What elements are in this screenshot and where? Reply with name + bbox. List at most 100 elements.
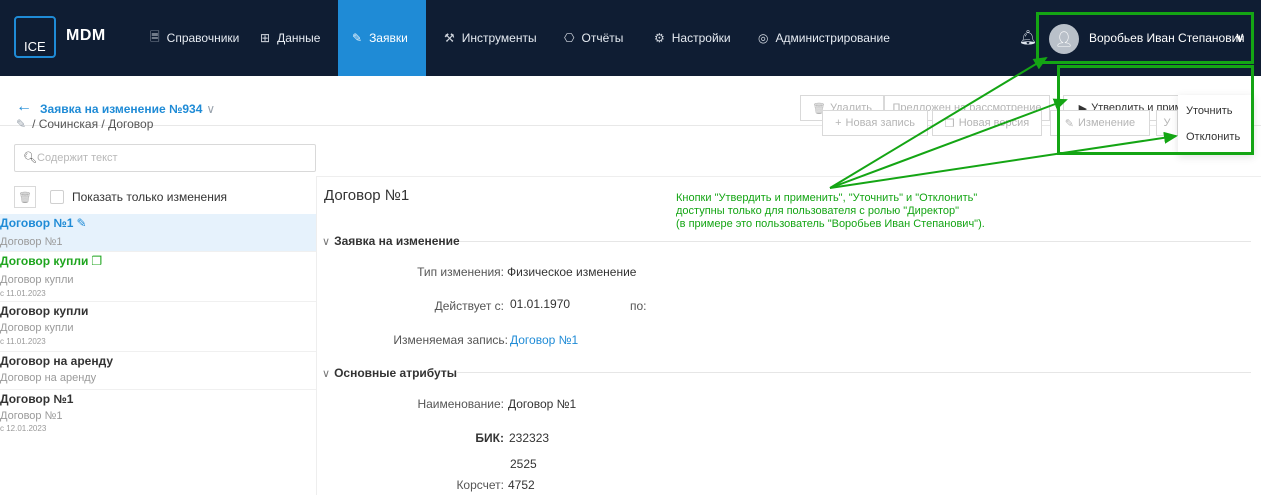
list-item-title: Договор купли ❐ bbox=[0, 254, 102, 268]
avatar: 👤︎ bbox=[1049, 24, 1079, 54]
section-request-title: Заявка на изменение bbox=[334, 234, 460, 248]
bik-label: БИК: bbox=[475, 431, 504, 445]
clear-button[interactable]: 🗑︎ bbox=[14, 186, 36, 208]
tools-icon: ⚒ bbox=[444, 31, 455, 45]
section-divider bbox=[456, 372, 1251, 373]
list-item-subtitle: Договор купли bbox=[0, 322, 74, 334]
brand-name: MDM bbox=[66, 27, 106, 44]
nav-item-requests[interactable]: ✎ Заявки bbox=[338, 0, 426, 76]
valid-from-label: Действует с: bbox=[434, 299, 504, 313]
edit-icon: ✎ bbox=[16, 117, 27, 131]
change-type-value: Физическое изменение bbox=[507, 265, 637, 279]
nav-item-label: Инструменты bbox=[461, 31, 537, 45]
list-item[interactable]: Договор №1 ✎ Договор №1 bbox=[0, 214, 316, 252]
breadcrumb: ✎ / Сочинская / Договор bbox=[16, 117, 153, 131]
copy-icon: ❐ bbox=[944, 117, 955, 130]
show-changes-checkbox[interactable] bbox=[50, 190, 64, 204]
korr-label: Корсчет: bbox=[456, 478, 504, 492]
new-version-label: Новая версия bbox=[958, 117, 1030, 129]
bik-value: 232323 bbox=[509, 431, 550, 445]
table-icon: ⊞ bbox=[260, 31, 271, 45]
request-title[interactable]: Заявка на изменение №934 ∨ bbox=[40, 102, 215, 116]
section-attributes[interactable]: ∨ Основные атрибуты bbox=[322, 366, 457, 380]
change-type-label: Тип изменения: bbox=[417, 265, 504, 279]
record-label: Изменяемая запись: bbox=[393, 333, 508, 347]
annotation-line: доступны только для пользователя с ролью… bbox=[676, 205, 960, 217]
name-label: Наименование: bbox=[417, 397, 504, 411]
extra-value: 2525 bbox=[510, 457, 537, 471]
korr-value: 4752 bbox=[508, 478, 535, 492]
list-item-title: Договор №1 ✎ bbox=[0, 216, 87, 230]
nav-item-label: Настройки bbox=[671, 31, 731, 45]
pencil-icon: ✎ bbox=[76, 216, 87, 230]
name-value: Договор №1 bbox=[508, 397, 577, 411]
nav-item-data[interactable]: ⊞ Данные bbox=[248, 0, 332, 76]
annotation-line: (в примере это пользователь "Воробьев Ив… bbox=[676, 218, 985, 230]
valid-from-value: 01.01.1970 bbox=[510, 297, 571, 311]
section-attributes-title: Основные атрибуты bbox=[334, 366, 457, 380]
ice-logo[interactable]: ICE bbox=[14, 16, 56, 58]
search-box: 🔍︎ bbox=[14, 144, 316, 172]
list-item-title: Договор на аренду bbox=[0, 354, 114, 368]
gear-icon: ⚙ bbox=[654, 31, 665, 45]
bell-icon[interactable]: 🔔︎ bbox=[1019, 29, 1037, 46]
valid-to-label: по: bbox=[630, 299, 647, 313]
nav-item-administration[interactable]: ◎ Администрирование bbox=[746, 0, 902, 76]
list-item[interactable]: Договор купли ❐ Договор купли с 11.01.202… bbox=[0, 252, 316, 302]
nav-item-label: Заявки bbox=[369, 31, 408, 45]
list-item-subtitle: Договор №1 bbox=[0, 236, 63, 248]
search-input[interactable] bbox=[37, 147, 307, 169]
show-changes-label: Показать только изменения bbox=[72, 190, 228, 204]
nav-item-label: Администрирование bbox=[775, 31, 890, 45]
annotation-note: Кнопки "Утвердить и применить", "Уточнит… bbox=[676, 192, 985, 231]
list-item[interactable]: Договор №1 Договор №1 с 12.01.2023 bbox=[0, 390, 316, 440]
list-item-title: Договор №1 bbox=[0, 392, 74, 406]
list-item-date: с 11.01.2023 bbox=[0, 337, 46, 346]
breadcrumb-text: / Сочинская / Договор bbox=[32, 117, 154, 131]
nav-item-label: Данные bbox=[277, 31, 321, 45]
edit-icon: ✎ bbox=[352, 31, 363, 45]
nav-item-tools[interactable]: ⚒ Инструменты bbox=[432, 0, 549, 76]
chevron-down-icon: ∨ bbox=[1234, 29, 1245, 45]
section-divider bbox=[460, 241, 1251, 242]
shield-icon: ◎ bbox=[758, 31, 769, 45]
approve-highlight-box bbox=[1057, 65, 1254, 155]
report-icon: ⎔ bbox=[564, 31, 575, 45]
list-item-subtitle: Договор купли bbox=[0, 274, 74, 286]
new-version-button[interactable]: ❐ Новая версия bbox=[932, 110, 1042, 136]
list-item-title: Договор купли bbox=[0, 304, 89, 318]
new-record-button[interactable]: + Новая запись bbox=[822, 110, 928, 136]
divider bbox=[316, 176, 1261, 177]
chevron-down-icon: ∨ bbox=[206, 102, 216, 116]
book-icon: 🗏 bbox=[150, 29, 160, 44]
logo-text: ICE bbox=[24, 39, 46, 54]
search-icon: 🔍︎ bbox=[23, 152, 37, 164]
nav-item-reports[interactable]: ⎔ Отчёты bbox=[552, 0, 635, 76]
new-record-label: Новая запись bbox=[845, 117, 915, 129]
chevron-down-icon: ∨ bbox=[322, 235, 331, 248]
user-menu[interactable]: 👤︎ Воробьев Иван Степанович ∨ bbox=[1036, 12, 1254, 64]
nav-item-label: Отчёты bbox=[581, 31, 624, 45]
back-arrow-icon[interactable]: ← bbox=[16, 98, 32, 116]
list-item-title-text: Договор №1 bbox=[0, 216, 74, 230]
list-item[interactable]: Договор купли Договор купли с 11.01.2023 bbox=[0, 302, 316, 352]
copy-icon: ❐ bbox=[91, 254, 103, 268]
document-title: Договор №1 bbox=[324, 187, 410, 204]
record-link[interactable]: Договор №1 bbox=[510, 333, 578, 347]
section-request[interactable]: ∨ Заявка на изменение bbox=[322, 234, 460, 248]
chevron-down-icon: ∨ bbox=[322, 367, 331, 380]
list-item-date: с 11.01.2023 bbox=[0, 289, 46, 298]
nav-item-settings[interactable]: ⚙ Настройки bbox=[642, 0, 743, 76]
nav-item-directories[interactable]: 🗏 Справочники bbox=[138, 0, 251, 76]
nav-item-label: Справочники bbox=[166, 31, 240, 45]
user-name: Воробьев Иван Степанович bbox=[1089, 31, 1245, 45]
plus-icon: + bbox=[835, 117, 842, 129]
list-item-subtitle: Договор на аренду bbox=[0, 372, 97, 384]
request-title-text: Заявка на изменение №934 bbox=[40, 102, 203, 116]
list-item[interactable]: Договор на аренду Договор на аренду bbox=[0, 352, 316, 390]
annotation-line: Кнопки "Утвердить и применить", "Уточнит… bbox=[676, 192, 978, 204]
list-item-date: с 12.01.2023 bbox=[0, 424, 47, 433]
panel-separator bbox=[316, 176, 317, 495]
list-item-title-text: Договор купли bbox=[0, 254, 89, 268]
list-item-subtitle: Договор №1 bbox=[0, 410, 63, 422]
